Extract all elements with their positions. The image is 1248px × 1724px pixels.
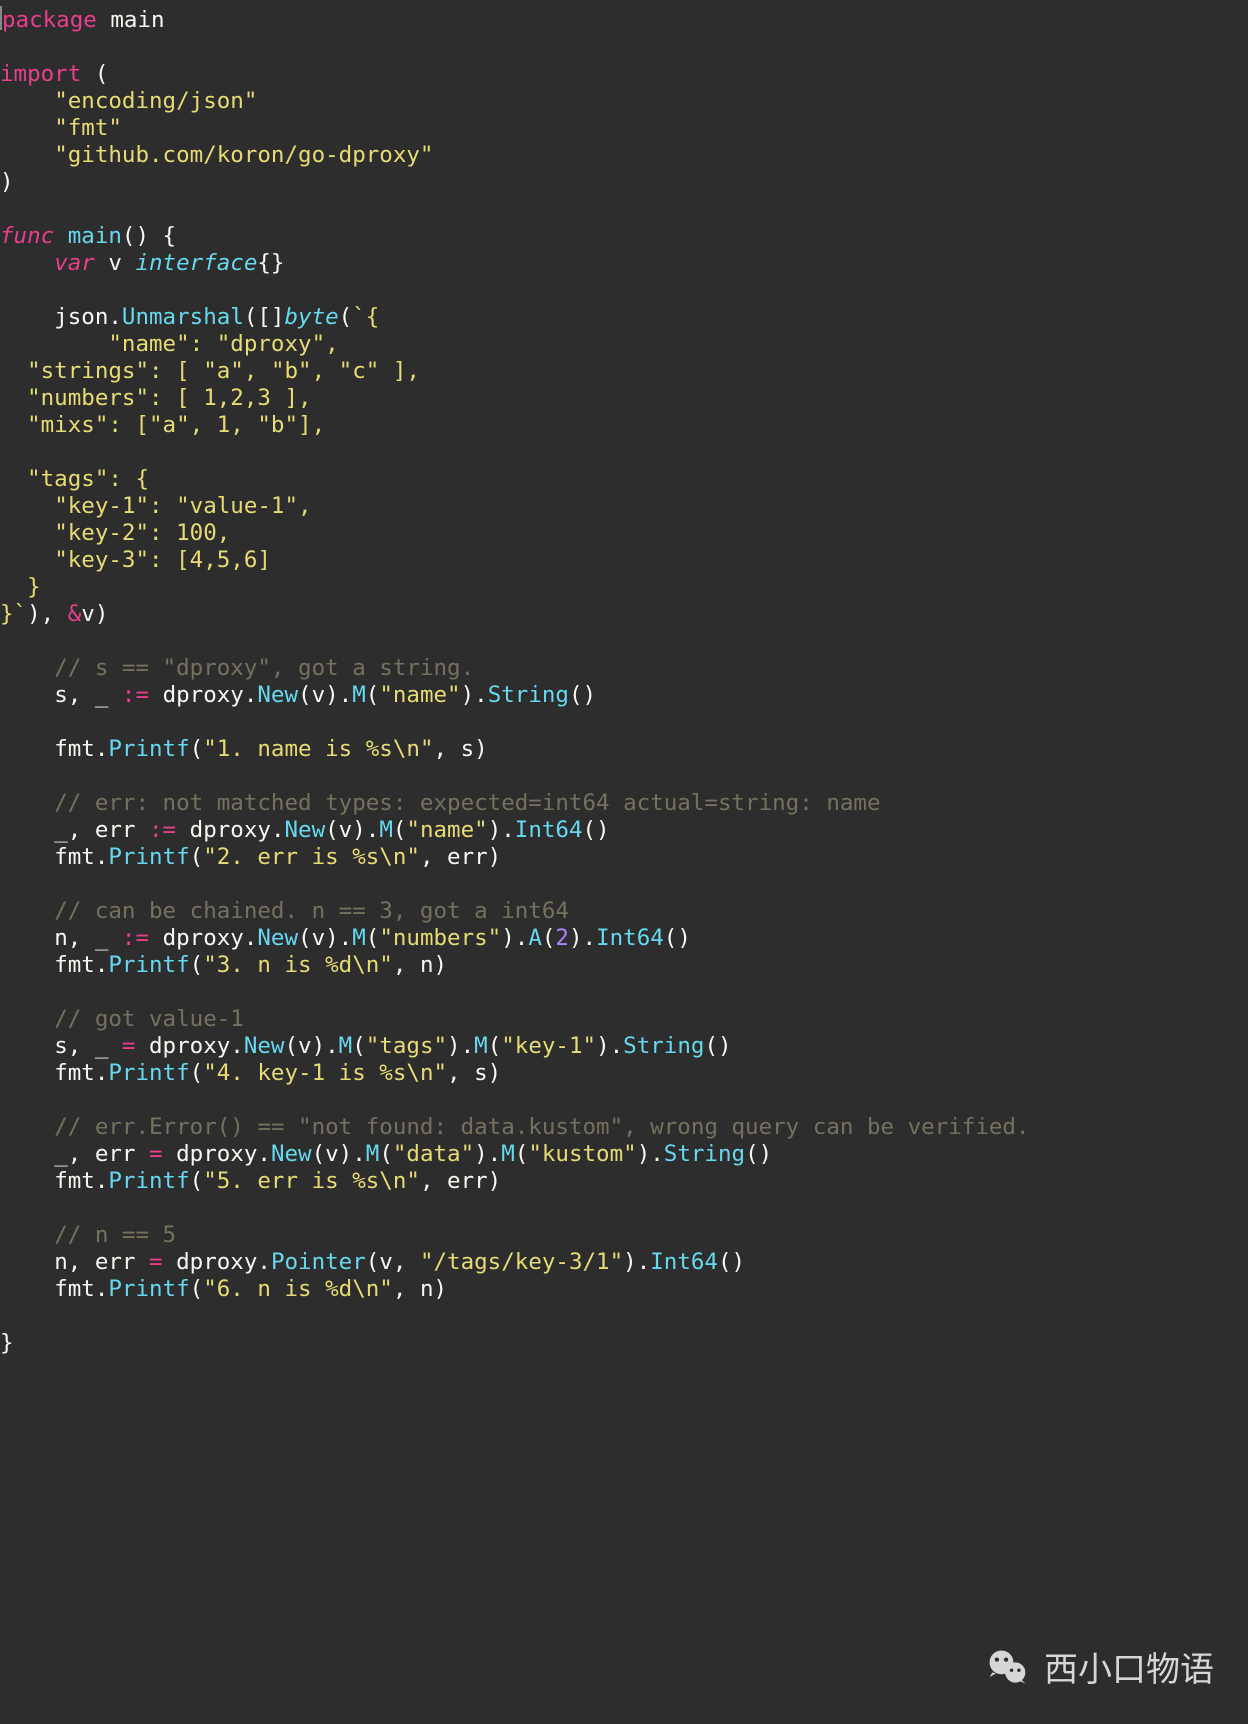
watermark: 西小口物语 xyxy=(984,1642,1214,1691)
pkg-name: main xyxy=(110,7,164,33)
comment: // n == 5 xyxy=(54,1222,176,1248)
import-path: "github.com/koron/go-dproxy" xyxy=(54,142,433,168)
wechat-icon xyxy=(984,1644,1030,1690)
fn-main: main xyxy=(68,223,122,249)
import-path: "fmt" xyxy=(54,115,122,141)
kw-interface: interface xyxy=(135,250,257,276)
comment: // got value-1 xyxy=(54,1006,244,1032)
code-block: package main import ( "encoding/json" "f… xyxy=(0,0,1248,1357)
watermark-text: 西小口物语 xyxy=(1044,1642,1214,1691)
kw-package: package xyxy=(2,7,97,33)
kw-var: var xyxy=(54,250,95,276)
kw-byte: byte xyxy=(284,304,338,330)
comment: // can be chained. n == 3, got a int64 xyxy=(54,898,569,924)
kw-func: func xyxy=(0,223,54,249)
comment: // err.Error() == "not found: data.kusto… xyxy=(54,1114,1029,1140)
comment: // err: not matched types: expected=int6… xyxy=(54,790,880,816)
comment: // s == "dproxy", got a string. xyxy=(54,655,474,681)
kw-import: import xyxy=(0,61,81,87)
import-path: "encoding/json" xyxy=(54,88,257,114)
